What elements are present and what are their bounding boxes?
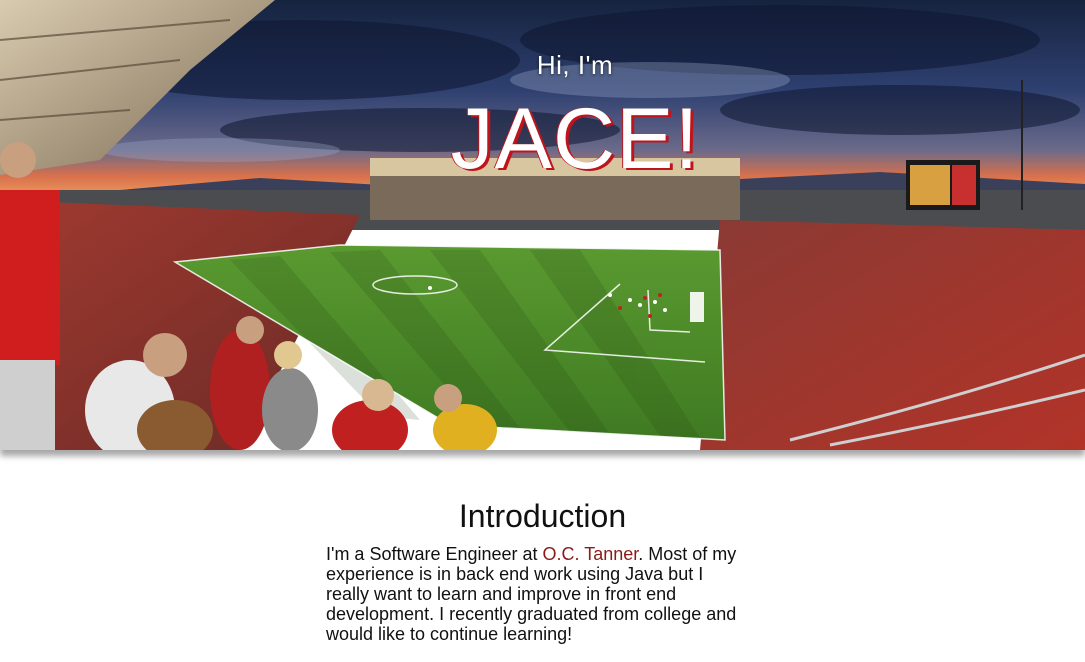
introduction-title: Introduction [458,498,627,534]
hero-name-heading: JACE! [450,91,700,187]
introduction-paragraph: I'm a Software Engineer at O.C. Tanner. … [326,544,746,644]
hero-greeting: Hi, I'm [536,50,614,80]
hero-banner: Hi, I'm JACE! [0,0,1085,450]
oc-tanner-link[interactable]: O.C. Tanner [543,544,639,564]
intro-text-before: I'm a Software Engineer at [326,544,543,564]
introduction-section: Introduction I'm a Software Engineer at … [0,498,1085,644]
